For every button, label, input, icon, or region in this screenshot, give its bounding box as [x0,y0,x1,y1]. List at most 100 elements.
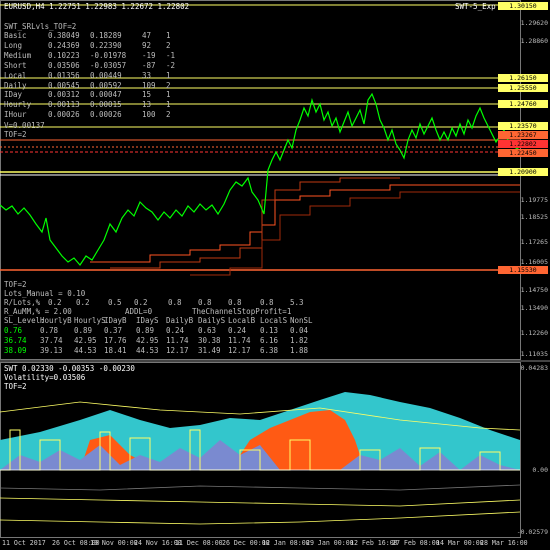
sr-header: SWT_SRLvls_TOF=2 [4,22,77,31]
price-tag: 1.22802 [498,140,548,148]
sr-row-value-b: 0.00026 [90,110,122,120]
sr-row-value-c: 100 [142,110,156,120]
price-chart[interactable] [0,0,550,550]
date-tick: 11 Dec 08:00 [175,539,223,547]
sl-row3-cell: 18.41 [104,346,127,355]
channel-stop: TheChannelStopProfit=1 [192,307,292,316]
rlots-value: 5.3 [290,298,304,307]
sr-row-value-b: -0.01978 [90,50,127,60]
rlots-value: 0.8 [228,298,242,307]
sr-row-value-a: 0.00026 [48,110,80,120]
oscillator [0,392,521,525]
sl-row1-cell: 0.24 [166,326,185,335]
sr-row-value-d: 1 [166,100,171,110]
price-tick: 1.19775 [520,196,548,204]
sr-row-name: Short [4,60,27,70]
sr-row-value-a: 0.00113 [48,100,80,110]
sr-row-name: Medium [4,50,32,60]
sl-row1-cell: 0.63 [198,326,217,335]
sl-row3-cell: 44.53 [136,346,159,355]
rlots-value: 0.8 [168,298,182,307]
price-line [0,92,521,266]
price-tick: 1.18525 [520,213,548,221]
sr-row-value-b: -0.03057 [90,60,127,70]
indicator-title: SWT-5_Exp [455,2,496,11]
sr-row-value-d: 1 [166,31,171,40]
date-tick: 14 Mar 00:00 [436,539,484,547]
date-tick: 28 Mar 16:00 [480,539,528,547]
price-tag: 1.22450 [498,149,548,157]
sl-row3-cell: 1.88 [290,346,309,355]
price-tag: 1.30150 [498,2,548,10]
tof-label-top: TOF=2 [4,130,27,139]
sl-row2-cell: 42.95 [136,336,159,345]
sr-row-value-c: 15 [142,90,152,100]
sl-row2-cell: 37.74 [40,336,63,345]
sl-header-cell: IDayS [136,316,159,325]
sl-row1-cell: 0.37 [104,326,123,335]
price-tick: 1.12260 [520,329,548,337]
price-tag: 1.24760 [498,100,548,108]
price-tag: 1.26150 [498,74,548,82]
sl-row2-cell: 30.38 [198,336,221,345]
sl-row1-cell: 0.04 [290,326,309,335]
price-tick: 1.29620 [520,19,548,27]
sl-row3-cell: 12.17 [228,346,251,355]
sl-header-cell: LocalS [260,316,288,325]
sl-row3-cell: 39.13 [40,346,63,355]
swt-values: SWT 0.02330 -0.00353 -0.00230 [4,364,135,373]
sl-row2-cell: 1.82 [290,336,309,345]
sr-row-value-c: -87 [142,60,156,70]
sr-row-value-a: 0.01356 [48,70,80,80]
sl-row3-cell: 31.49 [198,346,221,355]
date-tick: 12 Feb 16:00 [350,539,398,547]
sl-row3-cell: 12.17 [166,346,189,355]
sr-row-value-b: 0.00047 [90,90,122,100]
price-tag: 1.15530 [498,266,548,274]
sr-row-name: Basic [4,31,27,40]
sr-row-value-b: 0.00015 [90,100,122,110]
sr-row-name: Long [4,40,23,50]
symbol-title: EURUSD,H4 1.22751 1.22983 1.22672 1.2280… [4,2,190,11]
sl-row3-cell: 44.53 [74,346,97,355]
sub-axis-bottom: -0.02579 [516,528,548,536]
volume-value: V=0.00137 [4,121,45,130]
price-tick: 1.14750 [520,286,548,294]
sr-row-value-d: 2 [166,110,171,120]
sl-row1-cell: 0.89 [74,326,93,335]
channel-lines [90,177,520,276]
sr-row-value-b: 0.00449 [90,70,122,80]
sr-row-value-c: 33 [142,70,152,80]
sr-row-value-d: 1 [166,70,171,80]
sl-row1-cell: 0.24 [228,326,247,335]
sl-row2-cell: 17.76 [104,336,127,345]
price-tick: 1.11035 [520,350,548,358]
sr-row-value-a: 0.03506 [48,60,80,70]
rlots-value: 0.2 [134,298,148,307]
sub-axis-top: 0.04283 [520,364,548,372]
rlots-value: 0.8 [198,298,212,307]
sl-header-cell: IDayB [104,316,127,325]
sr-row-name: IDay [4,90,23,100]
sl-row1-cell: 0.89 [136,326,155,335]
sl-row3-cell: 6.38 [260,346,279,355]
sl-header-cell: DailyB [166,316,194,325]
sub-axis-mid: 0.00 [532,466,548,474]
price-tag: 1.23267 [498,131,548,139]
date-tick: 29 Jan 00:00 [306,539,354,547]
tof-label-sub: TOF=2 [4,382,27,391]
sl-header-cell: DailyS [198,316,226,325]
date-tick: 27 Feb 08:00 [392,539,440,547]
sr-row-value-b: 0.00592 [90,80,122,90]
sl-row2-cell: 11.74 [228,336,251,345]
sr-row-value-b: 0.22390 [90,40,122,50]
sr-row-value-c: 13 [142,100,152,110]
sl-header-cell: HourlyB [40,316,72,325]
lots-manual: Lots_Manual = 0.10 [4,289,86,298]
rlots-label: R/Lots,% [4,298,41,307]
sr-row-value-c: -19 [142,50,156,60]
sl-row2-cell: 36.74 [4,336,27,345]
sr-row-value-a: 0.38049 [48,31,80,40]
sl-row1-cell: 0.76 [4,326,23,335]
sr-row-value-a: 0.10223 [48,50,80,60]
